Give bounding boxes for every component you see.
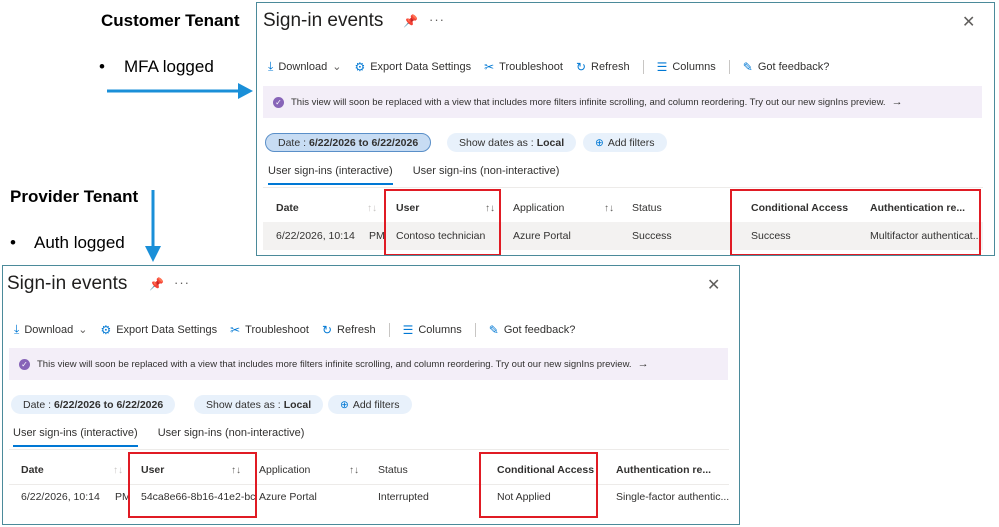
signin-tabs: User sign-ins (interactive) User sign-in…	[268, 165, 579, 185]
add-filters-button[interactable]: ⊕ Add filters	[583, 133, 667, 152]
tabs-divider	[263, 187, 983, 188]
feedback-button[interactable]: ✎ Got feedback?	[489, 323, 576, 337]
cell-application: Azure Portal	[259, 491, 317, 503]
sort-icon[interactable]: ↑↓	[367, 203, 377, 214]
signin-tabs: User sign-ins (interactive) User sign-in…	[13, 427, 324, 447]
refresh-icon: ↻	[321, 322, 333, 337]
close-icon[interactable]: ✕	[962, 12, 975, 32]
show-dates-pill[interactable]: Show dates as : Local	[447, 133, 577, 152]
date-filter-pill[interactable]: Date :6/22/2026 to 6/22/2026	[11, 395, 176, 414]
columns-icon: ☰	[402, 322, 414, 337]
tab-non-interactive[interactable]: User sign-ins (non-interactive)	[158, 427, 305, 447]
wrench-icon: ✂	[230, 322, 241, 337]
wrench-icon: ✂	[484, 59, 495, 74]
chevron-down-icon: ⌄	[78, 324, 88, 336]
tab-interactive[interactable]: User sign-ins (interactive)	[13, 427, 138, 447]
cell-status: Interrupted	[378, 491, 429, 503]
download-button[interactable]: ⤓ Download ⌄	[268, 59, 341, 74]
customer-signin-panel: Sign-in events 📌 ··· ✕ ⤓ Download ⌄ ⚙ Expor…	[256, 2, 995, 256]
columns-button[interactable]: ☰ Columns	[403, 323, 462, 337]
refresh-button[interactable]: ↻ Refresh	[576, 60, 630, 74]
banner-text: This view will soon be replaced with a v…	[291, 96, 886, 108]
cell-auth: Single-factor authentic...	[616, 491, 730, 503]
pin-icon[interactable]: 📌	[149, 277, 164, 291]
highlight-user-box	[384, 189, 501, 255]
col-header-status[interactable]: Status	[632, 202, 662, 214]
banner-arrow-link[interactable]: →	[892, 96, 903, 108]
col-header-auth[interactable]: Authentication re...	[616, 464, 711, 476]
check-icon: ✓	[273, 96, 284, 108]
gear-icon: ⚙	[354, 59, 366, 74]
toolbar-divider	[728, 59, 730, 74]
export-data-settings-button[interactable]: ⚙ Export Data Settings	[354, 60, 471, 74]
sort-icon[interactable]: ↑↓	[604, 203, 614, 214]
page-title: Sign-in events	[263, 10, 384, 31]
more-icon[interactable]: ···	[174, 275, 190, 290]
toolbar: ⤓ Download ⌄ ⚙ Export Data Settings ✂ Troubl…	[268, 59, 842, 74]
feedback-button[interactable]: ✎ Got feedback?	[743, 60, 830, 74]
columns-button[interactable]: ☰ Columns	[657, 60, 716, 74]
tab-non-interactive[interactable]: User sign-ins (non-interactive)	[413, 165, 560, 185]
toolbar-divider	[642, 59, 644, 74]
page-title: Sign-in events	[7, 273, 128, 294]
tabs-divider	[9, 449, 729, 450]
chevron-down-icon: ⌄	[332, 61, 342, 73]
date-filter-pill[interactable]: Date :6/22/2026 to 6/22/2026	[265, 133, 432, 152]
col-header-date[interactable]: Date	[276, 202, 299, 214]
banner-arrow-link[interactable]: →	[638, 358, 649, 370]
cell-date-pm: PM	[369, 230, 385, 242]
highlight-user-box	[128, 452, 257, 518]
toolbar-divider	[388, 322, 390, 337]
cell-status: Success	[632, 230, 672, 242]
refresh-button[interactable]: ↻ Refresh	[322, 323, 376, 337]
toolbar-divider	[474, 322, 476, 337]
provider-signin-panel: Sign-in events 📌 ··· ✕ ⤓ Download ⌄ ⚙ Expor…	[2, 265, 740, 525]
refresh-icon: ↻	[575, 59, 587, 74]
highlight-ca-auth-box	[730, 189, 981, 255]
row-divider	[9, 484, 729, 485]
col-header-status[interactable]: Status	[378, 464, 408, 476]
export-data-settings-button[interactable]: ⚙ Export Data Settings	[100, 323, 217, 337]
download-icon: ⤓	[268, 59, 274, 73]
toolbar: ⤓ Download ⌄ ⚙ Export Data Settings ✂ Troubl…	[14, 322, 588, 337]
feedback-icon: ✎	[488, 322, 499, 337]
troubleshoot-button[interactable]: ✂ Troubleshoot	[484, 60, 563, 74]
col-header-application[interactable]: Application	[259, 464, 310, 476]
sort-icon[interactable]: ↑↓	[349, 465, 359, 476]
troubleshoot-button[interactable]: ✂ Troubleshoot	[230, 323, 309, 337]
preview-banner: ✓ This view will soon be replaced with a…	[9, 348, 728, 380]
download-icon: ⤓	[14, 322, 20, 336]
feedback-icon: ✎	[742, 59, 753, 74]
cell-date: 6/22/2026, 10:14	[21, 491, 100, 503]
col-header-application[interactable]: Application	[513, 202, 564, 214]
show-dates-pill[interactable]: Show dates as : Local	[194, 395, 324, 414]
pin-icon[interactable]: 📌	[403, 14, 418, 28]
gear-icon: ⚙	[100, 322, 112, 337]
right-arrow-icon	[107, 83, 253, 99]
more-icon[interactable]: ···	[429, 12, 445, 27]
check-icon: ✓	[19, 358, 30, 370]
down-arrow-icon	[145, 190, 161, 262]
cell-application: Azure Portal	[513, 230, 571, 242]
filter-add-icon: ⊕	[340, 398, 349, 411]
add-filters-button[interactable]: ⊕ Add filters	[328, 395, 412, 414]
highlight-ca-box	[479, 452, 598, 518]
sort-icon[interactable]: ↑↓	[113, 465, 123, 476]
col-header-date[interactable]: Date	[21, 464, 44, 476]
banner-text: This view will soon be replaced with a v…	[37, 358, 632, 370]
filter-add-icon: ⊕	[595, 136, 604, 149]
preview-banner: ✓ This view will soon be replaced with a…	[263, 86, 982, 118]
download-button[interactable]: ⤓ Download ⌄	[14, 322, 87, 337]
tab-interactive[interactable]: User sign-ins (interactive)	[268, 165, 393, 185]
close-icon[interactable]: ✕	[707, 275, 720, 295]
columns-icon: ☰	[656, 59, 668, 74]
cell-date: 6/22/2026, 10:14	[276, 230, 355, 242]
